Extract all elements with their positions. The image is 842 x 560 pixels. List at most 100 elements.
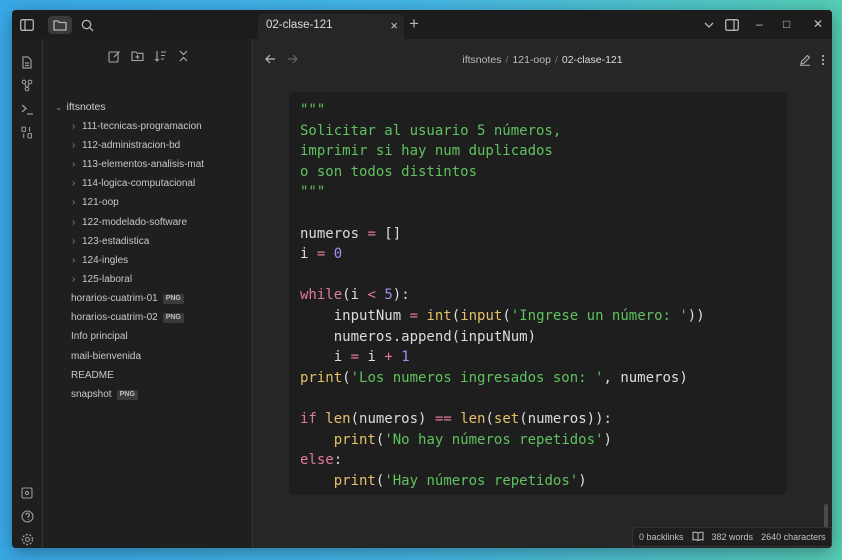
code-token: 0 [333, 246, 343, 263]
graph-view-icon[interactable] [18, 76, 36, 94]
code-line[interactable]: numeros.append(inputNum) [300, 327, 705, 348]
close-window-button[interactable]: ✕ [813, 17, 823, 31]
code-token: ) [578, 472, 587, 489]
code-token: set [493, 410, 520, 427]
more-options-icon[interactable] [821, 53, 825, 71]
binary-icon[interactable] [18, 123, 36, 141]
code-token: ( [451, 307, 461, 324]
terminal-icon[interactable] [18, 100, 36, 118]
code-token: ( [485, 410, 494, 427]
vault-root[interactable]: ⌄ iftsnotes [55, 101, 106, 113]
code-token: print [333, 431, 376, 448]
new-folder-icon[interactable] [129, 48, 145, 64]
file-item[interactable]: README [71, 370, 114, 381]
code-line[interactable]: imprimir si hay num duplicados [300, 141, 705, 162]
minimize-button[interactable]: – [756, 17, 763, 31]
search-icon[interactable] [78, 16, 96, 34]
new-tab-icon[interactable]: + [409, 15, 419, 32]
folder-item[interactable]: › 112-administracion-bd [72, 140, 180, 151]
code-token: if [300, 410, 317, 427]
code-line[interactable]: print('No hay números repetidos') [300, 430, 705, 451]
chevron-right-icon: › [72, 216, 76, 228]
chevron-right-icon: › [72, 159, 76, 171]
code-line[interactable]: while(i < 5): [300, 285, 705, 306]
code-token: input [460, 307, 503, 324]
folder-item[interactable]: › 125-laboral [72, 274, 132, 285]
code-line[interactable]: o son todos distintos [300, 162, 705, 183]
folder-item[interactable]: › 114-logica-computacional [72, 178, 195, 189]
sidebar-toggle-icon[interactable] [18, 16, 36, 34]
file-item[interactable]: mail-bienvenida [71, 351, 141, 362]
file-explorer-icon[interactable] [48, 16, 72, 34]
chevron-down-icon[interactable] [700, 16, 718, 34]
code-line[interactable] [300, 265, 705, 286]
code-token: else [300, 452, 334, 469]
maximize-button[interactable]: □ [783, 17, 790, 31]
code-block[interactable]: """ Solicitar al usuario 5 números, imprim… [289, 92, 787, 495]
vault-switcher-icon[interactable] [18, 484, 36, 502]
code-line[interactable] [300, 388, 705, 409]
folder-item[interactable]: › 121-oop [72, 197, 119, 208]
folder-label: 123-estadistica [82, 235, 150, 247]
breadcrumb-separator: / [505, 54, 509, 66]
folder-item[interactable]: › 122-modelado-software [72, 217, 187, 228]
folder-item[interactable]: › 111-tecnicas-programacion [72, 121, 202, 132]
open-quick-switcher-icon[interactable] [18, 53, 36, 71]
status-bar: 0 backlinks 382 words 2640 characters [632, 527, 832, 547]
code-token: ) [603, 431, 612, 448]
ribbon [12, 39, 43, 548]
code-token: print [300, 369, 343, 386]
code-line[interactable]: numeros = [] [300, 224, 705, 245]
chevron-right-icon: › [72, 178, 76, 190]
file-label: snapshot [71, 389, 112, 400]
code-token: int [426, 307, 452, 324]
chevron-right-icon: › [72, 121, 76, 132]
code-line[interactable] [300, 203, 705, 224]
file-item[interactable]: Info principal [71, 331, 128, 342]
right-sidebar-toggle-icon[interactable] [723, 16, 741, 34]
code-token: ): [392, 287, 410, 304]
new-note-icon[interactable] [106, 48, 122, 64]
breadcrumb-note[interactable]: 02-clase-121 [562, 54, 623, 66]
tab-active[interactable]: 02-clase-121 × [258, 14, 404, 39]
collapse-all-icon[interactable] [175, 48, 191, 64]
code-line[interactable]: i = i + 1 [300, 347, 705, 368]
code-line[interactable]: Solicitar al usuario 5 números, [300, 121, 705, 142]
code-token: """ [300, 184, 326, 201]
code-token: inputNum [300, 307, 410, 324]
code-line[interactable]: print('Hay números repetidos') [300, 471, 705, 492]
folder-item[interactable]: › 123-estadistica [72, 236, 149, 247]
word-count: 382 words [711, 532, 754, 542]
code-content[interactable]: """ Solicitar al usuario 5 números, imprim… [300, 100, 705, 491]
code-token: o son todos distintos [300, 163, 478, 180]
folder-item[interactable]: › 113-elementos-analisis-mat [72, 159, 204, 170]
code-line[interactable]: inputNum = int(input('Ingrese un número:… [300, 306, 705, 327]
file-item[interactable]: horarios-cuatrim-01 PNG [71, 293, 184, 304]
settings-gear-icon[interactable] [18, 530, 36, 548]
folder-label: 111-tecnicas-programacion [82, 121, 202, 132]
code-line[interactable]: else: [300, 450, 705, 471]
file-item[interactable]: horarios-cuatrim-02 PNG [71, 312, 184, 324]
code-token: 'Hay números repetidos' [384, 472, 579, 489]
edit-pencil-icon[interactable] [799, 53, 811, 71]
sort-icon[interactable] [152, 48, 168, 64]
breadcrumb-vault[interactable]: iftsnotes [462, 54, 501, 66]
file-item[interactable]: snapshot PNG [71, 389, 138, 400]
code-line[interactable]: """ [300, 100, 705, 121]
code-line[interactable]: print('Los numeros ingresados son: ', nu… [300, 368, 705, 389]
tab-close-icon[interactable]: × [390, 18, 398, 33]
code-line[interactable]: if len(numeros) == len(set(numeros)): [300, 409, 705, 430]
code-line[interactable]: i = 0 [300, 244, 705, 265]
code-line[interactable]: """ [300, 182, 705, 203]
backlinks-count[interactable]: 0 backlinks [639, 532, 684, 542]
folder-label: 114-logica-computacional [82, 178, 196, 190]
chevron-right-icon: › [72, 273, 76, 285]
help-icon[interactable] [18, 507, 36, 525]
folder-item[interactable]: › 124-ingles [72, 255, 128, 266]
code-token: i [300, 349, 351, 366]
code-token: 5 [384, 287, 393, 304]
code-token: (i [342, 287, 368, 304]
code-token: == [434, 410, 452, 427]
book-icon[interactable] [692, 531, 704, 543]
breadcrumb-folder[interactable]: 121-oop [512, 54, 551, 66]
